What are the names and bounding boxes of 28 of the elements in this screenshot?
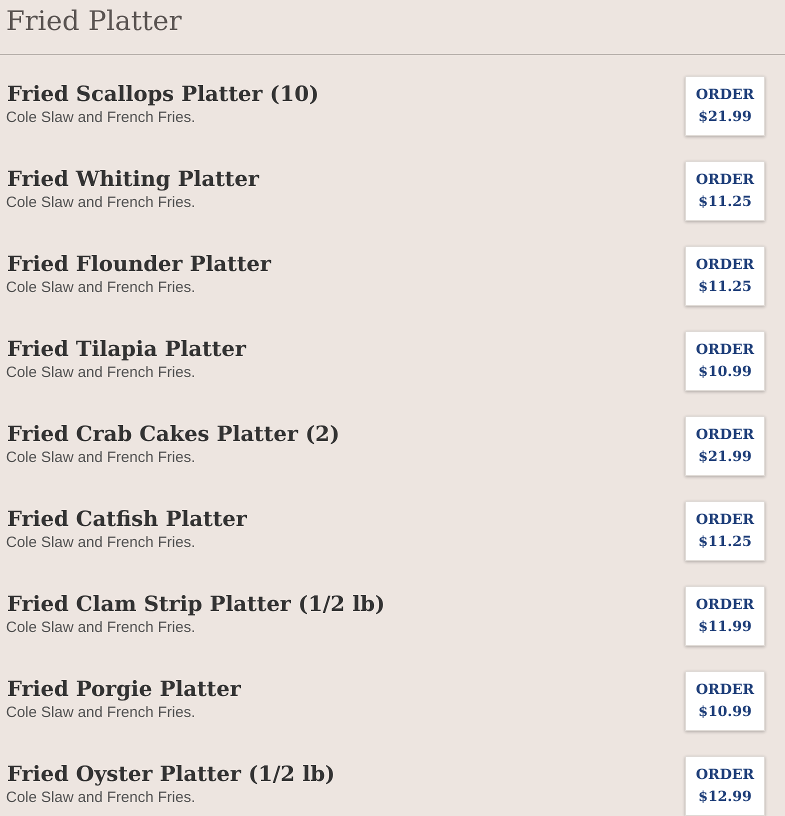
- order-button[interactable]: ORDER $11.25: [685, 501, 765, 561]
- dish-description: Cole Slaw and French Fries.: [6, 788, 196, 808]
- order-button[interactable]: ORDER $21.99: [685, 76, 765, 136]
- section-title: Fried Platter: [6, 5, 182, 39]
- dish-name: Fried Oyster Platter (1/2 lb): [7, 760, 335, 788]
- dish-description: Cole Slaw and French Fries.: [6, 703, 196, 723]
- dish-description: Cole Slaw and French Fries.: [6, 363, 196, 383]
- dish-name: Fried Catfish Platter: [7, 505, 247, 533]
- dish-description: Cole Slaw and French Fries.: [6, 193, 196, 213]
- dish-name: Fried Scallops Platter (10): [7, 80, 319, 108]
- dish-description: Cole Slaw and French Fries.: [6, 108, 196, 128]
- dish-name: Fried Porgie Platter: [7, 675, 241, 703]
- dish-name: Fried Flounder Platter: [7, 250, 271, 278]
- dish-name: Fried Crab Cakes Platter (2): [7, 420, 340, 448]
- order-button[interactable]: ORDER $10.99: [685, 671, 765, 731]
- order-button[interactable]: ORDER $11.25: [685, 246, 765, 306]
- dish-name: Fried Tilapia Platter: [7, 335, 246, 363]
- order-button[interactable]: ORDER $11.99: [685, 586, 765, 646]
- order-button[interactable]: ORDER $21.99: [685, 416, 765, 476]
- dish-name: Fried Whiting Platter: [7, 165, 259, 193]
- order-button[interactable]: ORDER $12.99: [685, 756, 765, 816]
- dish-description: Cole Slaw and French Fries.: [6, 533, 196, 553]
- order-button[interactable]: ORDER $11.25: [685, 161, 765, 221]
- dish-description: Cole Slaw and French Fries.: [6, 278, 196, 298]
- dish-name: Fried Clam Strip Platter (1/2 lb): [7, 590, 385, 618]
- order-button[interactable]: ORDER $10.99: [685, 331, 765, 391]
- dish-description: Cole Slaw and French Fries.: [6, 618, 196, 638]
- dish-description: Cole Slaw and French Fries.: [6, 448, 196, 468]
